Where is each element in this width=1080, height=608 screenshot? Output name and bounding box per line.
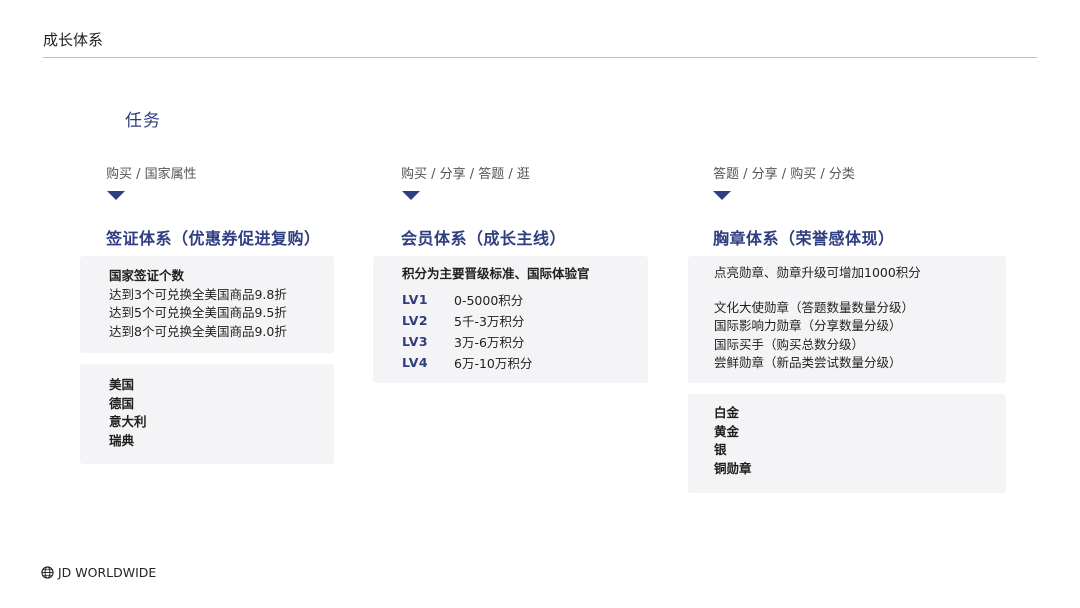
list-item: 国际买手（购买总数分级） [714,336,865,352]
column-title: 会员体系（成长主线） [401,229,567,248]
level-row: LV2 5千-3万积分 [402,310,648,331]
visa-rules-card: 国家签证个数 达到3个可兑换全美国商品9.8折 达到5个可兑换全美国商品9.5折… [80,256,334,353]
list-item: 达到5个可兑换全美国商品9.5折 [109,305,287,320]
column-tags: 答题 / 分享 / 购买 / 分类 [713,167,855,182]
column-title: 签证体系（优惠券促进复购） [106,229,321,248]
level-value: 3万-6万积分 [454,334,525,350]
list-item: 意大利 [109,414,147,429]
list-item: 铜勋章 [714,460,752,476]
level-row: LV3 3万-6万积分 [402,331,648,352]
section-title: 任务 [125,111,161,131]
list-item: 美国 [109,377,135,392]
level-value: 6万-10万积分 [454,355,533,371]
list-item: 银 [714,442,727,457]
level-label: LV4 [402,354,429,370]
level-row: LV4 6万-10万积分 [402,352,648,373]
column-tags: 购买 / 分享 / 答题 / 逛 [401,167,530,182]
globe-icon [41,566,54,579]
level-value: 0-5000积分 [454,292,524,308]
card-heading: 国家签证个数 [109,268,185,283]
footer-brand-text: JD WORLDWIDE [58,565,157,580]
membership-levels-card: 积分为主要晋级标准、国际体验官 LV1 0-5000积分 LV2 5千-3万积分… [373,256,648,383]
triangle-down-icon [107,191,125,200]
list-item: 达到8个可兑换全美国商品9.0折 [109,323,287,339]
badge-list-card: 点亮勋章、勋章升级可增加1000积分 文化大使勋章（答题数量数量分级） 国际影响… [688,256,1006,383]
card-intro: 点亮勋章、勋章升级可增加1000积分 [714,265,921,280]
level-row: LV1 0-5000积分 [402,289,648,310]
level-label: LV2 [402,312,429,328]
list-item: 黄金 [714,423,740,439]
triangle-down-icon [402,191,420,200]
level-label: LV1 [402,291,429,307]
list-item: 瑞典 [109,432,135,448]
triangle-down-icon [713,191,731,200]
country-list-card: 美国 德国 意大利 瑞典 [80,364,334,464]
card-heading: 积分为主要晋级标准、国际体验官 [402,266,590,281]
list-item: 达到3个可兑换全美国商品9.8折 [109,286,287,302]
list-item: 德国 [109,395,135,411]
column-tags: 购买 / 国家属性 [106,167,197,182]
list-item: 文化大使勋章（答题数量数量分级） [714,299,915,315]
level-label: LV3 [402,333,429,349]
page-title: 成长体系 [43,31,104,49]
list-item: 尝鲜勋章（新品类尝试数量分级） [714,355,902,370]
list-item: 白金 [714,405,740,420]
badge-tier-card: 白金 黄金 银 铜勋章 [688,394,1006,493]
column-title: 胸章体系（荣誉感体现） [713,229,895,248]
header-divider [43,57,1037,58]
list-item: 国际影响力勋章（分享数量分级） [714,318,902,333]
level-value: 5千-3万积分 [454,313,525,329]
footer-brand: JD WORLDWIDE [41,565,156,580]
